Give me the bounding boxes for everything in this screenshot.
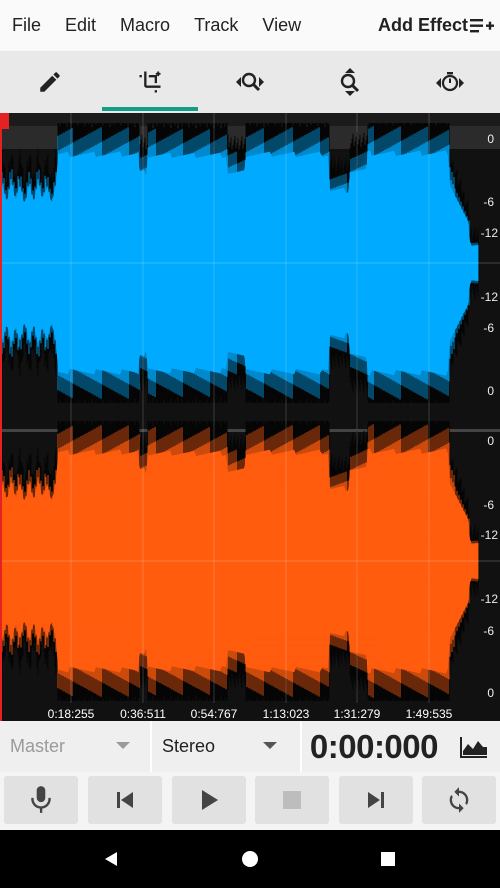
db-label: -6 bbox=[483, 321, 494, 335]
master-select[interactable]: Master bbox=[0, 721, 150, 772]
spectrum-button[interactable] bbox=[448, 721, 500, 772]
time-label: 0:36:511 bbox=[120, 707, 166, 721]
master-label: Master bbox=[10, 736, 66, 756]
channel-mode-label: Stereo bbox=[162, 736, 216, 756]
play-button[interactable] bbox=[172, 776, 246, 824]
controls-row: Master Stereo 0:00:000 bbox=[0, 721, 500, 772]
pencil-tool[interactable] bbox=[0, 51, 100, 113]
skip-back-icon bbox=[117, 792, 133, 808]
loop-button[interactable] bbox=[422, 776, 496, 824]
db-label: 0 bbox=[487, 384, 494, 398]
db-label: -12 bbox=[481, 290, 499, 304]
menu-file[interactable]: File bbox=[0, 15, 53, 36]
menu-macro[interactable]: Macro bbox=[108, 15, 182, 36]
playlist-add-icon bbox=[470, 18, 494, 32]
menu-track[interactable]: Track bbox=[182, 15, 250, 36]
db-label: -6 bbox=[483, 195, 494, 209]
divider bbox=[300, 721, 302, 772]
crop-tool[interactable] bbox=[100, 51, 200, 113]
db-label: 0 bbox=[487, 686, 494, 700]
timer-icon bbox=[436, 72, 464, 92]
mic-icon bbox=[31, 786, 51, 813]
channel-mode-select[interactable]: Stereo bbox=[152, 721, 300, 772]
stop-icon bbox=[283, 791, 301, 809]
tool-bar bbox=[0, 51, 500, 113]
zoom-horizontal-icon bbox=[236, 72, 264, 92]
db-label: -12 bbox=[481, 528, 499, 542]
skip-forward-button[interactable] bbox=[339, 776, 413, 824]
zoom-horizontal-tool[interactable] bbox=[200, 51, 300, 113]
time-display: 0:00:000 bbox=[309, 727, 439, 765]
menu-view[interactable]: View bbox=[250, 15, 313, 36]
time-label: 0:54:767 bbox=[191, 707, 238, 721]
db-label: -12 bbox=[481, 592, 499, 606]
zoom-vertical-tool[interactable] bbox=[300, 51, 400, 113]
pencil-icon bbox=[40, 72, 60, 92]
system-nav-bar bbox=[0, 830, 500, 888]
chevron-down-icon bbox=[116, 742, 130, 749]
db-label: 0 bbox=[487, 434, 494, 448]
time-label: 0:18:255 bbox=[48, 707, 95, 721]
back-icon[interactable] bbox=[102, 850, 120, 868]
db-label: 0 bbox=[487, 132, 494, 146]
db-label: -12 bbox=[481, 226, 499, 240]
time-label: 1:49:535 bbox=[406, 707, 453, 721]
waveform-view[interactable]: 0 -6 -12 -12 -6 0 0 -6 -12 -12 -6 0 0:18… bbox=[0, 113, 500, 721]
area-chart-icon bbox=[460, 736, 487, 758]
transport-bar bbox=[0, 772, 500, 830]
loop-icon bbox=[449, 787, 469, 813]
skip-back-button[interactable] bbox=[88, 776, 162, 824]
chevron-down-icon bbox=[263, 742, 277, 749]
add-effect-button[interactable]: Add Effect bbox=[378, 0, 494, 51]
db-label: -6 bbox=[483, 624, 494, 638]
crop-icon bbox=[139, 71, 161, 93]
add-effect-label: Add Effect bbox=[378, 15, 468, 35]
stop-button[interactable] bbox=[255, 776, 329, 824]
home-icon[interactable] bbox=[241, 850, 259, 868]
time-label: 1:31:279 bbox=[334, 707, 381, 721]
record-button[interactable] bbox=[4, 776, 78, 824]
db-label: -6 bbox=[483, 498, 494, 512]
recents-icon[interactable] bbox=[380, 851, 396, 867]
zoom-vertical-icon bbox=[340, 68, 360, 96]
menu-edit[interactable]: Edit bbox=[53, 15, 108, 36]
menu-bar: File Edit Macro Track View Add Effect bbox=[0, 0, 500, 51]
play-icon bbox=[202, 790, 218, 810]
timer-tool[interactable] bbox=[400, 51, 500, 113]
time-label: 1:13:023 bbox=[263, 707, 310, 721]
skip-forward-icon bbox=[368, 792, 384, 808]
waveform-canvas[interactable]: 0 -6 -12 -12 -6 0 0 -6 -12 -12 -6 0 0:18… bbox=[0, 113, 500, 721]
